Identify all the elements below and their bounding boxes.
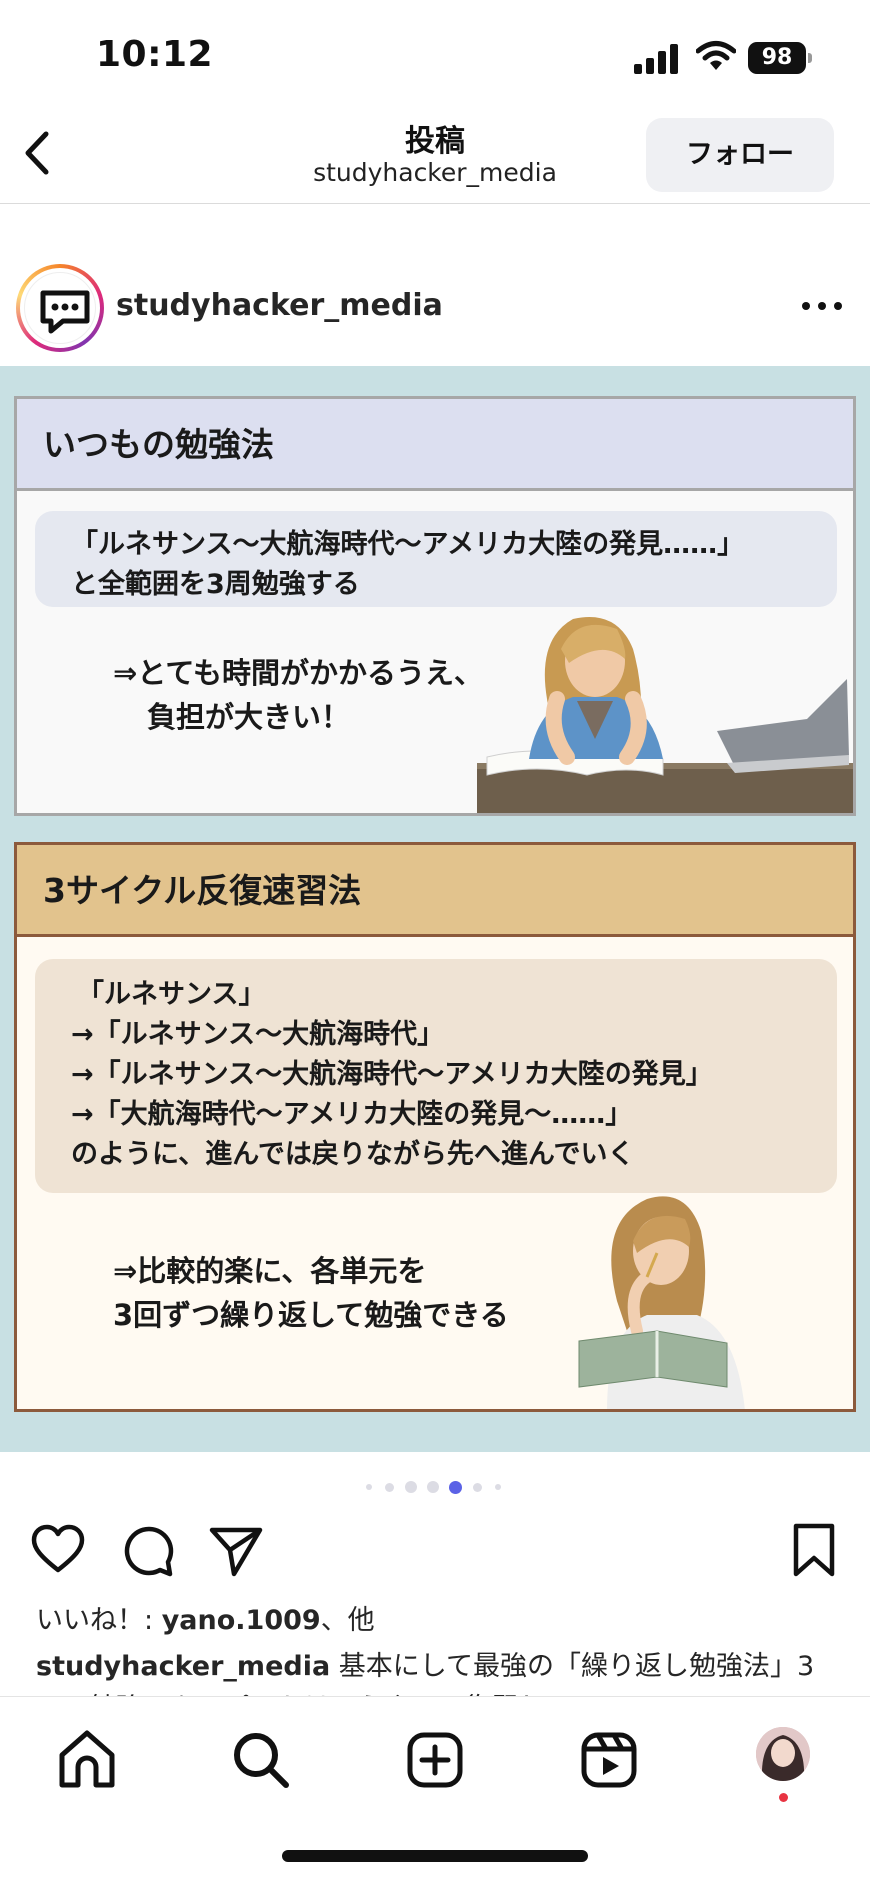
quote-line: 「ルネサンス～大航海時代～アメリカ大陸の発見……」 bbox=[71, 529, 745, 560]
likes-suffix: 、他 bbox=[320, 1605, 375, 1636]
carousel-dot bbox=[473, 1483, 482, 1492]
carousel-dot bbox=[405, 1481, 417, 1493]
home-indicator[interactable] bbox=[282, 1850, 588, 1862]
status-bar: 10:12 98 bbox=[0, 0, 870, 100]
post-image-slide[interactable]: いつもの勉強法 「ルネサンス～大航海時代～アメリカ大陸の発見……」 と全範囲を3… bbox=[0, 366, 870, 1452]
post-actions-bar bbox=[0, 1514, 870, 1582]
heart-icon[interactable] bbox=[30, 1522, 86, 1578]
result-line: 3回ずつ繰り返して勉強できる bbox=[113, 1298, 509, 1332]
carousel-dot bbox=[495, 1484, 501, 1490]
carousel-indicator bbox=[360, 1478, 510, 1498]
reading-student-illustration bbox=[578, 1196, 745, 1409]
author-username[interactable]: studyhacker_media bbox=[116, 288, 443, 323]
result-line: ⇒比較的楽に、各単元を bbox=[113, 1254, 427, 1288]
result-text: ⇒比較的楽に、各単元を 3回ずつ繰り返して勉強できる bbox=[113, 1249, 509, 1337]
quote-box: 「ルネサンス」 →「ルネサンス～大航海時代」 →「ルネサンス～大航海時代～アメリ… bbox=[35, 959, 837, 1193]
carousel-dot bbox=[427, 1481, 439, 1493]
result-text: ⇒とても時間がかかるうえ、 負担が大きい！ bbox=[113, 651, 483, 739]
profile-avatar[interactable] bbox=[756, 1727, 810, 1781]
likes-prefix: いいね！: bbox=[36, 1605, 162, 1636]
result-line: 負担が大きい！ bbox=[147, 700, 351, 734]
status-time: 10:12 bbox=[96, 34, 214, 75]
tired-student-illustration bbox=[477, 617, 853, 813]
method-panel-usual: いつもの勉強法 「ルネサンス～大航海時代～アメリカ大陸の発見……」 と全範囲を3… bbox=[14, 396, 856, 816]
post-author-row: studyhacker_media bbox=[0, 258, 870, 354]
paper-plane-icon[interactable] bbox=[208, 1522, 264, 1578]
post-header-bar: 投稿 studyhacker_media フォロー bbox=[0, 100, 870, 204]
quote-line: のように、進んでは戻りながら先へ進んでいく bbox=[71, 1139, 635, 1170]
comment-icon[interactable] bbox=[120, 1522, 176, 1578]
result-line: ⇒とても時間がかかるうえ、 bbox=[113, 656, 483, 690]
author-avatar[interactable] bbox=[16, 264, 104, 352]
panel-heading: いつもの勉強法 bbox=[17, 399, 853, 491]
search-icon[interactable] bbox=[228, 1727, 294, 1793]
quote-line: →「大航海時代～アメリカ大陸の発見～……」 bbox=[71, 1099, 633, 1130]
carousel-dot bbox=[385, 1483, 394, 1492]
wifi-icon bbox=[696, 41, 736, 70]
quote-line: →「ルネサンス～大航海時代～アメリカ大陸の発見」 bbox=[71, 1059, 713, 1090]
carousel-dot-active bbox=[449, 1481, 462, 1494]
chat-bubble-logo-icon bbox=[40, 290, 90, 334]
battery-icon: 98 bbox=[748, 42, 812, 74]
carousel-dot bbox=[366, 1484, 372, 1490]
create-icon[interactable] bbox=[402, 1727, 468, 1793]
battery-level: 98 bbox=[748, 42, 806, 74]
cellular-signal-icon bbox=[634, 44, 678, 74]
follow-button[interactable]: フォロー bbox=[646, 118, 834, 192]
profile-photo bbox=[756, 1727, 810, 1781]
quote-line: 「ルネサンス」 bbox=[77, 979, 266, 1010]
quote-line: →「ルネサンス～大航海時代」 bbox=[71, 1019, 445, 1050]
method-panel-3cycle: 3サイクル反復速習法 「ルネサンス」 →「ルネサンス～大航海時代」 →「ルネサン… bbox=[14, 842, 856, 1412]
reels-icon[interactable] bbox=[576, 1727, 642, 1793]
caption-username[interactable]: studyhacker_media bbox=[36, 1651, 330, 1682]
likes-summary[interactable]: いいね！: yano.1009、他 bbox=[36, 1598, 375, 1637]
liked-by-user[interactable]: yano.1009 bbox=[162, 1605, 321, 1636]
home-icon[interactable] bbox=[54, 1727, 120, 1793]
bookmark-icon[interactable] bbox=[786, 1522, 842, 1578]
more-horizontal-icon[interactable] bbox=[800, 296, 844, 316]
notification-dot bbox=[779, 1793, 788, 1802]
panel-heading: 3サイクル反復速習法 bbox=[17, 845, 853, 937]
